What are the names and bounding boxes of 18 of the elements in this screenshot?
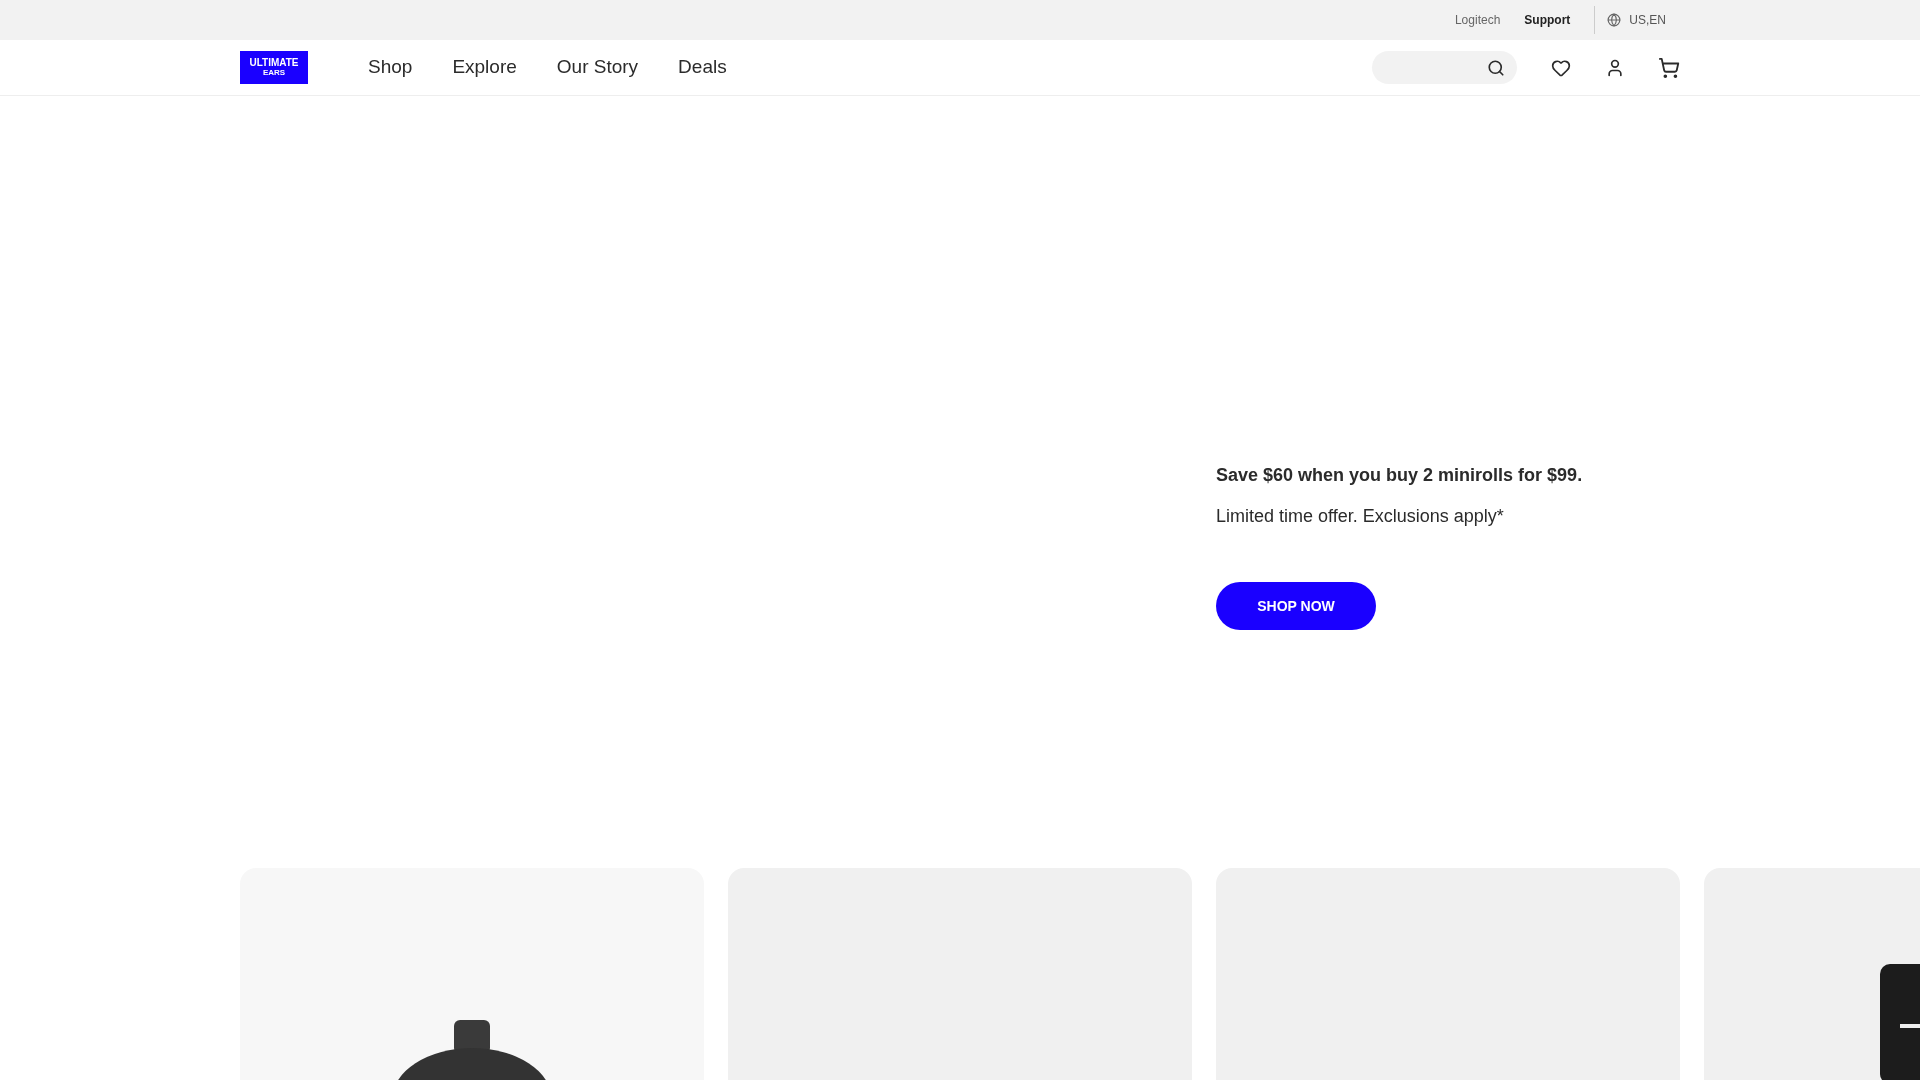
- nav-link[interactable]: Shop: [368, 53, 413, 82]
- nav-link[interactable]: Deals: [678, 53, 727, 82]
- nav-link[interactable]: Explore: [452, 53, 517, 82]
- product-card[interactable]: [240, 868, 704, 1080]
- account-icon[interactable]: [1605, 57, 1625, 78]
- cart-icon[interactable]: [1658, 56, 1680, 79]
- heart-icon[interactable]: [1551, 57, 1571, 78]
- search-field[interactable]: [1372, 51, 1517, 84]
- globe-icon: [1607, 13, 1622, 27]
- brand-logo[interactable]: ULTIMATE EARS: [240, 51, 308, 84]
- shop-now-button[interactable]: SHOP NOW: [1216, 582, 1376, 630]
- nav-link[interactable]: Our Story: [556, 53, 639, 82]
- promo-subtitle: Limited time offer. Exclusions apply*: [1216, 505, 1505, 528]
- search-icon[interactable]: [1487, 58, 1505, 77]
- utility-link[interactable]: Support: [1524, 11, 1571, 29]
- promo-headline: Save $60 when you buy 2 minirolls for $99.: [1216, 464, 1584, 487]
- locale-link[interactable]: US,EN: [1629, 11, 1666, 29]
- utility-link[interactable]: Logitech: [1454, 11, 1501, 29]
